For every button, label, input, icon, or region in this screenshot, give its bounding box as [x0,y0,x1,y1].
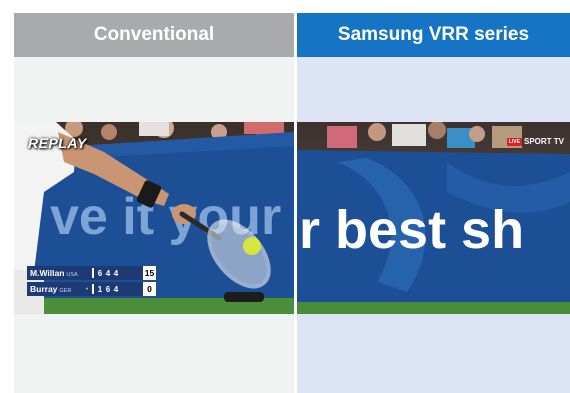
player-name: M.Willan USA [30,268,78,278]
panel-divider [294,13,297,393]
samsung-vrr-header: Samsung VRR series [297,13,570,57]
score-row: M.Willan USA 6 4 4 15 [27,266,156,280]
point-score: 0 [143,282,156,296]
serve-indicator: • [85,285,89,293]
conventional-tennis-image: ve it your REPLAY M.Willan USA 6 4 4 15 B… [14,122,294,314]
banner-text-right: r best sh [299,200,524,260]
live-badge: LIVE [506,137,522,146]
player-name: Burray GER [30,284,72,294]
replay-label: REPLAY [28,135,87,151]
samsung-vrr-tennis-image: r best sh LIVE SPORT TV [297,122,570,314]
tennis-scene-right: r best sh [297,122,570,314]
set-scores: 6 4 4 [92,268,120,278]
tennis-ball [243,237,261,255]
set-scores: 1 6 4 [92,284,120,294]
score-row: Burray GER • 1 6 4 0 [27,282,156,296]
scoreboard: M.Willan USA 6 4 4 15 Burray GER • 1 6 4 0 [27,266,156,298]
point-score: 15 [143,266,156,280]
conventional-header: Conventional [14,13,294,57]
live-channel-badge: LIVE SPORT TV [506,137,564,146]
channel-name: SPORT TV [523,137,564,146]
